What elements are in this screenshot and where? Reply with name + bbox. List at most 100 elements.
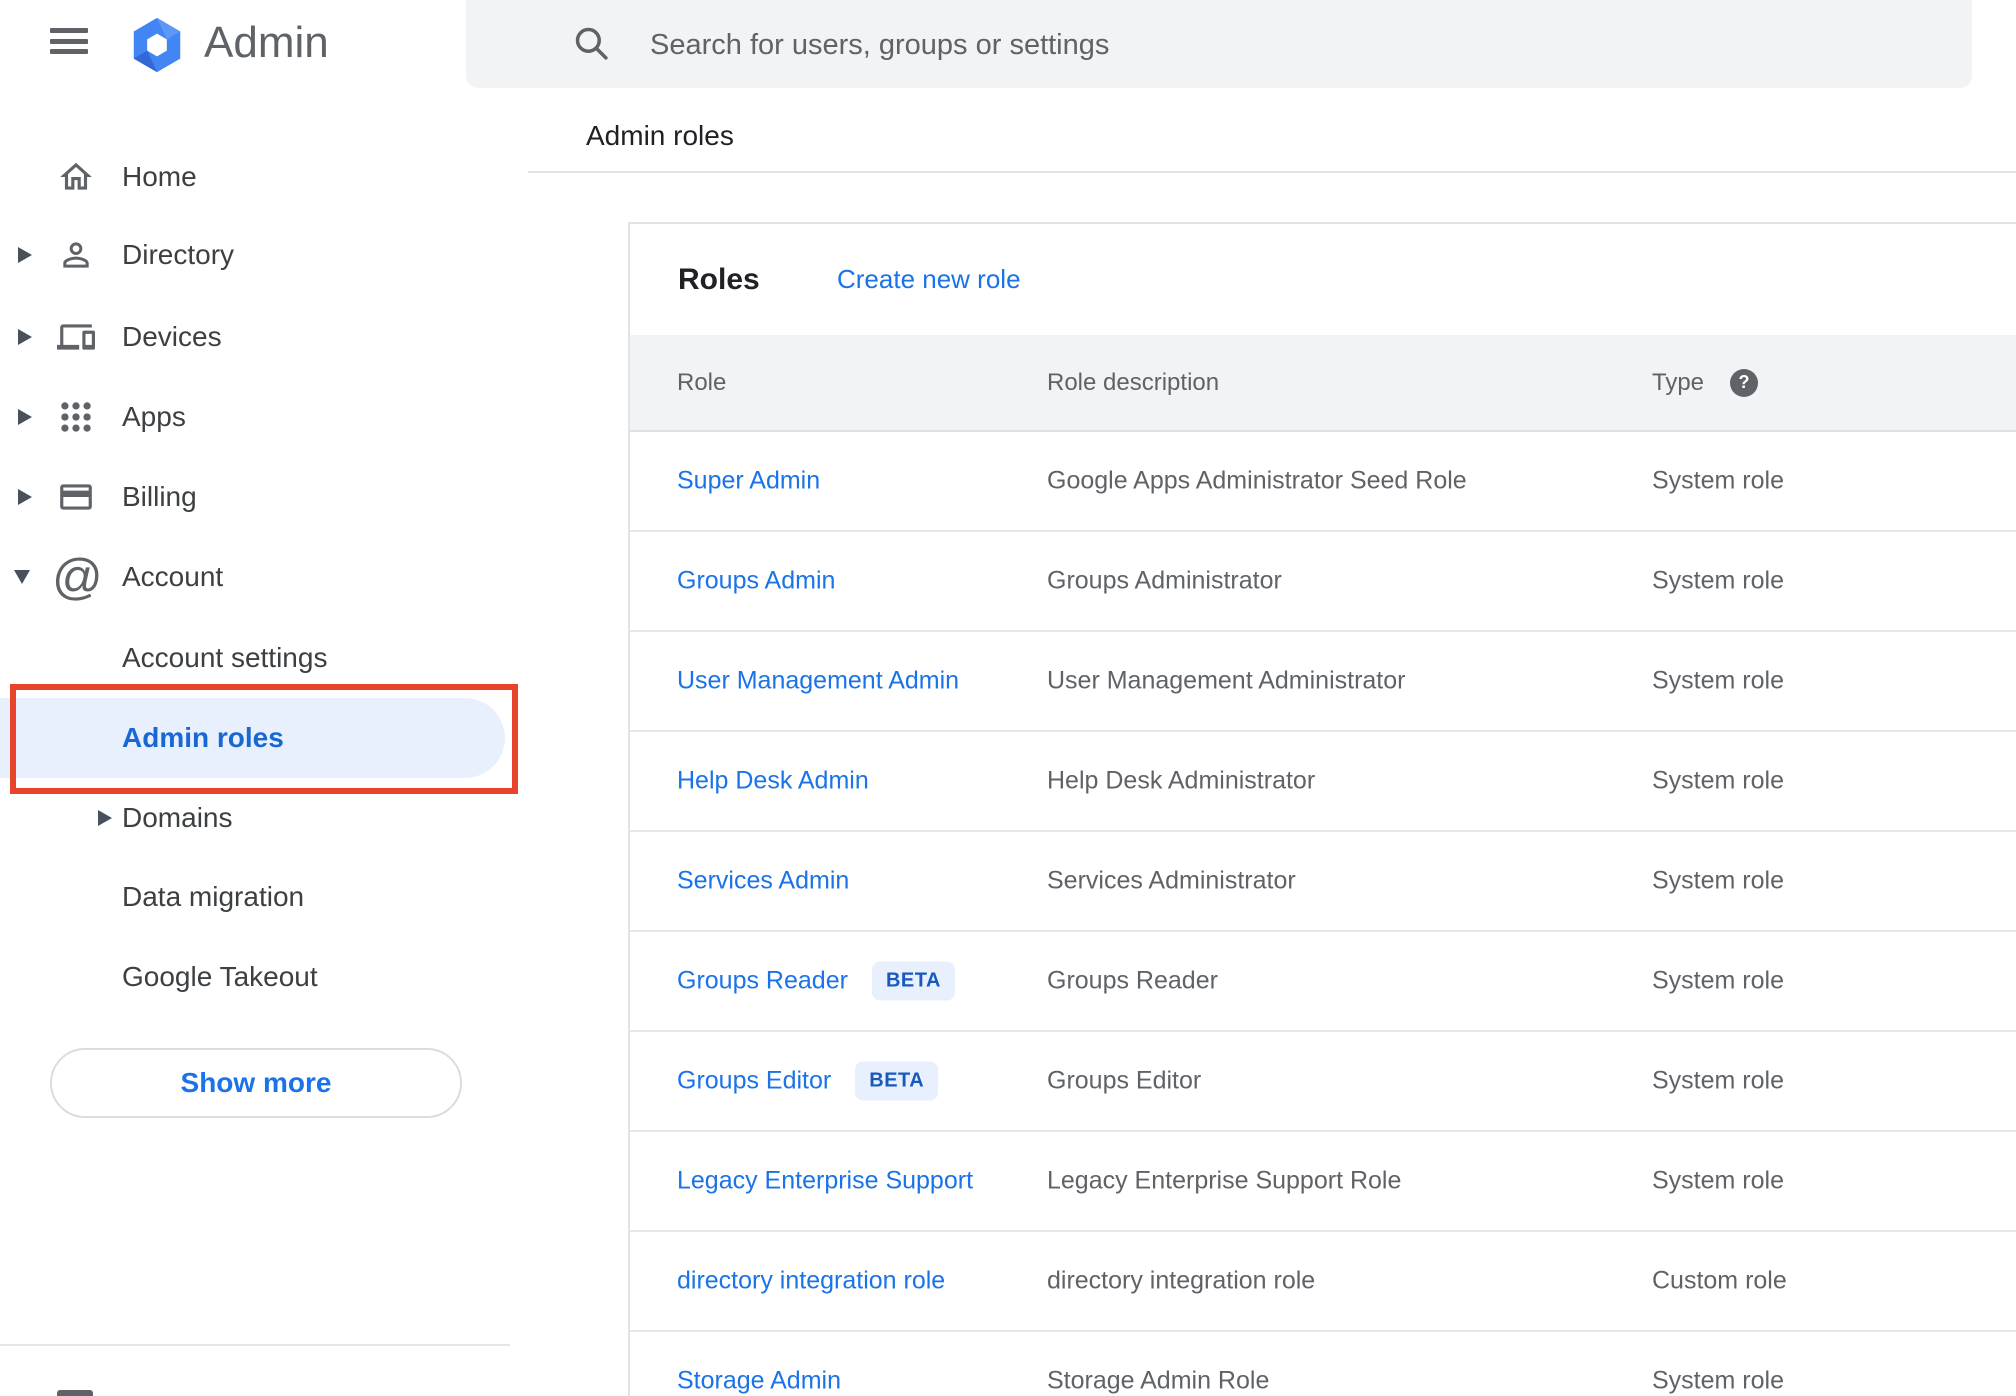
table-row: Storage Admin Storage Admin Role System … <box>630 1332 2016 1396</box>
collapse-arrow-icon[interactable] <box>14 570 30 584</box>
role-description: Groups Editor <box>1047 1066 1202 1095</box>
column-header-role: Role <box>677 369 727 396</box>
table-row: Super Admin Google Apps Administrator Se… <box>630 432 2016 532</box>
menu-icon[interactable] <box>50 28 88 54</box>
apps-grid-icon <box>57 398 95 436</box>
sidebar-item-apps[interactable]: Apps <box>0 377 514 457</box>
role-link[interactable]: Help Desk Admin <box>677 767 869 796</box>
role-description: Groups Administrator <box>1047 566 1282 595</box>
sidebar-item-data-migration[interactable]: Data migration <box>0 857 514 937</box>
menu-bar <box>50 38 88 44</box>
role-link[interactable]: User Management Admin <box>677 667 959 696</box>
expand-arrow-icon[interactable] <box>18 329 32 345</box>
expand-arrow-icon[interactable] <box>18 247 32 263</box>
create-new-role-link[interactable]: Create new role <box>837 224 1021 335</box>
sidebar-item-home[interactable]: Home <box>0 137 514 217</box>
search-bar[interactable] <box>466 0 1972 90</box>
table-row: Groups Reader BETA Groups Reader System … <box>630 932 2016 1032</box>
role-name: Groups Admin <box>677 566 836 595</box>
at-sign-icon: @ <box>52 549 103 605</box>
menu-bar <box>50 28 88 33</box>
devices-icon <box>57 318 95 356</box>
table-row: User Management Admin User Management Ad… <box>630 632 2016 732</box>
role-type: System role <box>1652 966 1784 995</box>
show-more-label: Show more <box>180 1067 332 1098</box>
role-link[interactable]: Legacy Enterprise Support <box>677 1167 973 1196</box>
sidebar-item-directory[interactable]: Directory <box>0 215 514 295</box>
app-title: Admin <box>204 18 329 67</box>
sidebar-item-account-settings[interactable]: Account settings <box>0 618 514 698</box>
expand-arrow-icon[interactable] <box>98 810 112 826</box>
sidebar-item-label: Devices <box>122 321 222 352</box>
role-name: Storage Admin <box>677 1366 841 1395</box>
role-name: Services Admin <box>677 866 850 895</box>
role-link[interactable]: directory integration role <box>677 1267 945 1296</box>
breadcrumb: Admin roles <box>586 120 734 151</box>
role-description: Legacy Enterprise Support Role <box>1047 1166 1402 1195</box>
role-name: Super Admin <box>677 466 821 495</box>
table-row: Groups Editor BETA Groups Editor System … <box>630 1032 2016 1132</box>
sidebar-item-google-takeout[interactable]: Google Takeout <box>0 937 514 1017</box>
sidebar-item-label: Google Takeout <box>122 961 318 992</box>
role-type: System role <box>1652 466 1784 495</box>
roles-card: Roles Create new role Role Role descript… <box>628 222 2016 1396</box>
table-row: Help Desk Admin Help Desk Administrator … <box>630 732 2016 832</box>
admin-logo-icon <box>126 14 188 76</box>
help-icon[interactable]: ? <box>1730 368 1758 397</box>
beta-badge: BETA <box>871 961 955 1001</box>
role-link[interactable]: Services Admin <box>677 867 849 896</box>
role-description: Services Administrator <box>1047 866 1296 895</box>
role-description: User Management Administrator <box>1047 666 1406 695</box>
role-name: User Management Admin <box>677 666 960 695</box>
table-row: Services Admin Services Administrator Sy… <box>630 832 2016 932</box>
sidebar-item-label: Billing <box>122 481 197 512</box>
sidebar-item-label: Account settings <box>122 642 328 673</box>
role-type: Custom role <box>1652 1266 1787 1295</box>
role-link[interactable]: Super Admin <box>677 467 820 496</box>
role-description: Storage Admin Role <box>1047 1366 1270 1395</box>
role-type: System role <box>1652 1166 1784 1195</box>
table-row: Groups Admin Groups Administrator System… <box>630 532 2016 632</box>
role-name: Groups Editor <box>677 1066 832 1095</box>
role-link[interactable]: Groups Editor BETA <box>677 1061 939 1101</box>
role-name: Groups Reader <box>677 966 848 995</box>
sidebar-item-domains[interactable]: Domains <box>0 778 514 858</box>
clipped-sidebar-icon <box>57 1390 93 1396</box>
sidebar-item-admin-roles[interactable]: Admin roles <box>0 698 505 778</box>
sidebar-item-label: Domains <box>122 802 233 833</box>
table-row: Legacy Enterprise Support Legacy Enterpr… <box>630 1132 2016 1232</box>
role-name: Help Desk Admin <box>677 766 869 795</box>
sidebar-item-label: Home <box>122 161 197 192</box>
role-type: System role <box>1652 766 1784 795</box>
role-type: System role <box>1652 666 1784 695</box>
sidebar-item-billing[interactable]: Billing <box>0 457 514 537</box>
sidebar-item-label: Directory <box>122 239 235 270</box>
role-type: System role <box>1652 866 1784 895</box>
expand-arrow-icon[interactable] <box>18 489 32 505</box>
role-name: directory integration role <box>677 1266 946 1295</box>
credit-card-icon <box>57 478 95 516</box>
expand-arrow-icon[interactable] <box>18 409 32 425</box>
search-input[interactable] <box>648 0 1852 90</box>
role-type: System role <box>1652 566 1784 595</box>
role-type: System role <box>1652 1066 1784 1095</box>
role-description: Google Apps Administrator Seed Role <box>1047 466 1467 495</box>
person-icon <box>57 236 95 274</box>
role-name: Legacy Enterprise Support <box>677 1166 974 1195</box>
beta-badge: BETA <box>855 1061 939 1101</box>
header-divider <box>528 171 2016 173</box>
role-link[interactable]: Storage Admin <box>677 1367 841 1396</box>
role-link[interactable]: Groups Admin <box>677 567 835 596</box>
home-icon <box>57 158 95 196</box>
sidebar-item-devices[interactable]: Devices <box>0 297 514 377</box>
sidebar-item-label: Admin roles <box>122 722 284 753</box>
role-link[interactable]: Groups Reader BETA <box>677 961 955 1001</box>
role-type: System role <box>1652 1366 1784 1395</box>
column-header-description: Role description <box>1047 369 1220 396</box>
show-more-button[interactable]: Show more <box>50 1048 462 1118</box>
card-title: Roles <box>678 263 760 296</box>
sidebar-item-account[interactable]: @ Account <box>0 537 514 617</box>
sidebar-item-label: Account <box>122 561 224 592</box>
sidebar-item-label: Apps <box>122 401 186 432</box>
roles-card-header: Roles Create new role <box>630 224 2016 335</box>
